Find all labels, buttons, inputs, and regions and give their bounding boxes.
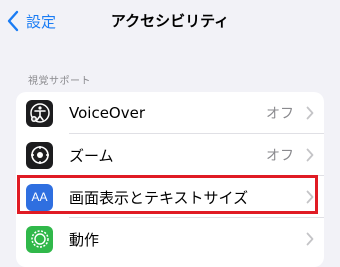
motion-icon [26, 225, 53, 253]
chevron-right-icon [306, 148, 314, 162]
zoom-icon [26, 141, 53, 169]
zoom-row[interactable]: ズーム オフ [16, 134, 324, 176]
chevron-right-icon [306, 232, 314, 246]
voiceover-value: オフ [266, 106, 294, 122]
settings-group: VoiceOver オフ ズーム オフ AA 画面表示とテキストサイズ 動作 [16, 92, 324, 267]
text-size-glyph: AA [31, 190, 48, 204]
motion-label: 動作 [69, 230, 100, 249]
voiceover-label: VoiceOver [69, 104, 145, 122]
nav-bar: 設定 アクセシビリティ [0, 0, 340, 44]
zoom-value: オフ [266, 148, 294, 164]
display-text-size-row[interactable]: AA 画面表示とテキストサイズ [16, 176, 324, 218]
section-header: 視覚サポート [28, 76, 91, 87]
voiceover-row[interactable]: VoiceOver オフ [16, 92, 324, 134]
chevron-right-icon [306, 190, 314, 204]
text-size-icon: AA [26, 183, 53, 211]
motion-row[interactable]: 動作 [16, 218, 324, 260]
page-title: アクセシビリティ [110, 12, 230, 30]
zoom-label: ズーム [69, 146, 114, 165]
voiceover-icon [26, 99, 53, 127]
chevron-right-icon [306, 106, 314, 120]
display-text-size-label: 画面表示とテキストサイズ [69, 188, 249, 207]
